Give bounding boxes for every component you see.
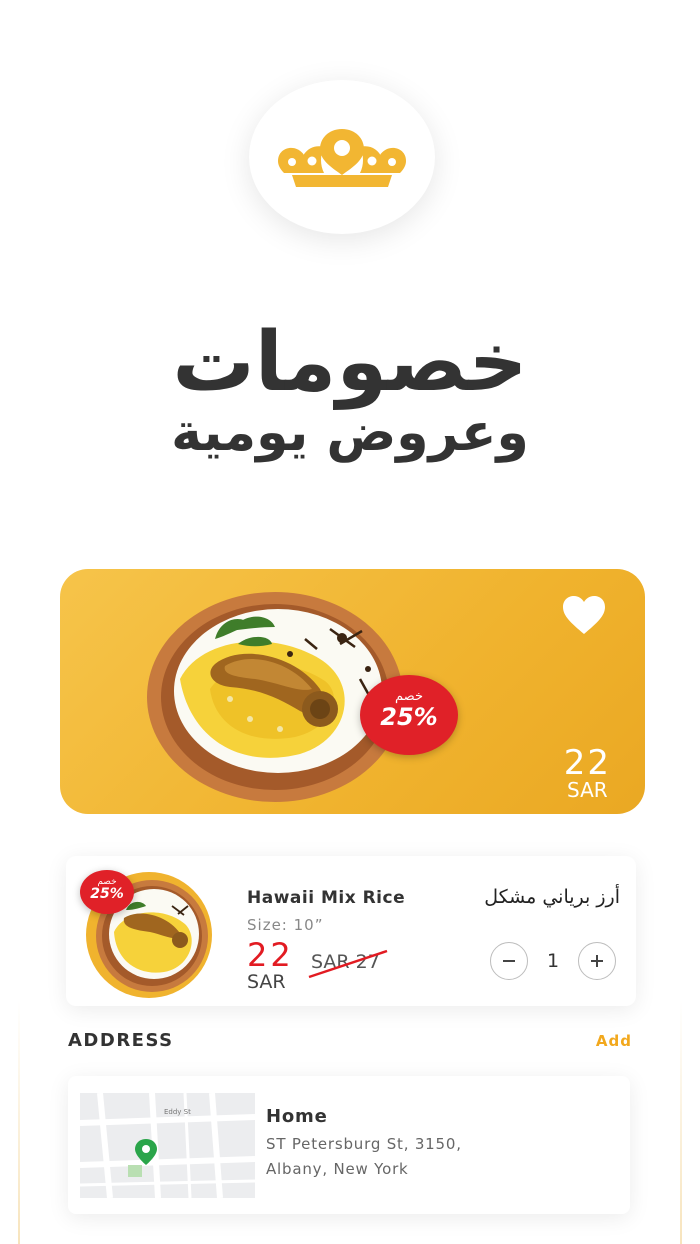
- cart-item-discount-badge: خصم 25%: [80, 870, 134, 914]
- quantity-stepper: 1: [490, 942, 616, 980]
- discount-badge-value: 25%: [380, 703, 438, 731]
- banner-price: 22 SAR: [563, 743, 611, 802]
- cart-item-size: Size: 10”: [247, 916, 324, 934]
- address-line-1: ST Petersburg St, 3150,: [266, 1135, 462, 1153]
- crown-pin-icon: [278, 129, 406, 187]
- cart-item-title-arabic: أرز برياني مشكل: [484, 886, 620, 908]
- map-street-label: Eddy St: [164, 1108, 191, 1116]
- address-map[interactable]: Eddy St: [80, 1093, 255, 1198]
- headline-daily-offers: وعروض يومية: [171, 403, 529, 463]
- cart-item-price: 22 SAR: [247, 939, 294, 993]
- plus-icon: [591, 955, 603, 967]
- address-line-2: Albany, New York: [266, 1160, 409, 1178]
- discount-badge: خصم 25%: [360, 675, 458, 755]
- cart-item-discount-value: 25%: [90, 886, 124, 902]
- address-card[interactable]: Eddy St Home ST Petersburg St, 3150, Alb…: [68, 1076, 630, 1214]
- quantity-value: 1: [546, 950, 560, 972]
- decorative-side-line: [680, 1000, 682, 1244]
- cart-item-old-price: SAR 27: [308, 949, 388, 979]
- banner-price-value: 22: [563, 743, 611, 783]
- map-streets: Eddy St: [80, 1093, 255, 1198]
- heart-icon[interactable]: [561, 595, 607, 635]
- decrease-quantity-button[interactable]: [490, 942, 528, 980]
- headline-discounts: خصومات: [172, 315, 528, 410]
- increase-quantity-button[interactable]: [578, 942, 616, 980]
- banner-price-currency: SAR: [567, 778, 608, 802]
- cart-item-price-value: 22: [247, 936, 294, 974]
- decorative-side-line: [18, 1000, 20, 1244]
- cart-item-card: خصم 25% Hawaii Mix Rice أرز برياني مشكل …: [66, 856, 636, 1006]
- cart-item-price-currency: SAR: [247, 971, 286, 993]
- address-name: Home: [266, 1106, 328, 1127]
- promo-banner[interactable]: خصم 25% 22 SAR: [60, 569, 645, 814]
- minus-icon: [503, 960, 515, 962]
- cart-item-title: Hawaii Mix Rice: [247, 888, 406, 908]
- strikethrough-line: [308, 949, 388, 979]
- address-section-title: ADDRESS: [68, 1030, 174, 1051]
- app-logo: [249, 80, 435, 234]
- discount-badge-label: خصم: [395, 689, 423, 704]
- add-address-link[interactable]: Add: [596, 1032, 632, 1050]
